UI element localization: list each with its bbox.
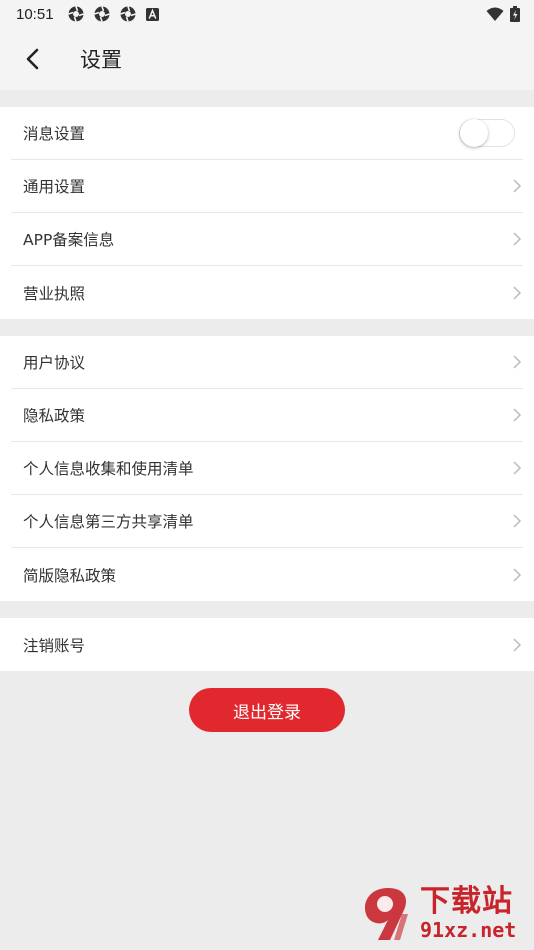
settings-group-2: 用户协议 隐私政策 个人信息收集和使用清单 个人信息第三方共享清单 简版隐私政策 [0,336,534,601]
row-label: APP备案信息 [23,231,115,249]
row-label: 简版隐私政策 [23,566,117,585]
chevron-right-icon [513,514,522,528]
row-label: 通用设置 [23,178,86,196]
message-settings-toggle[interactable] [459,119,515,147]
row-privacy-policy[interactable]: 隐私政策 [11,389,523,442]
settings-group-3: 注销账号 [0,618,534,671]
row-cancel-account[interactable]: 注销账号 [11,618,523,671]
row-third-party-sharing[interactable]: 个人信息第三方共享清单 [11,495,523,548]
watermark-title: 下载站 [420,884,513,919]
watermark-logo-icon [364,888,408,940]
row-label: 个人信息第三方共享清单 [23,513,194,531]
page-title: 设置 [80,48,122,72]
row-label: 消息设置 [23,125,86,143]
row-label: 用户协议 [23,354,86,372]
chevron-right-icon [513,637,522,652]
a-badge-icon [145,7,159,21]
wifi-icon [486,7,504,21]
aperture-icon [67,6,84,22]
battery-icon [510,6,520,22]
chevron-right-icon [513,567,522,582]
top-bar: 设置 [0,28,534,90]
chevron-right-icon [513,232,522,246]
settings-group-1: 消息设置 通用设置 APP备案信息 营业执照 [0,107,534,319]
status-time: 10:51 [16,5,54,23]
chevron-right-icon [513,179,522,193]
row-label: 注销账号 [23,636,86,655]
chevron-right-icon [513,461,522,475]
row-label: 营业执照 [23,284,86,303]
logout-container: 退出登录 [0,688,534,732]
row-label: 个人信息收集和使用清单 [23,460,194,478]
row-business-license[interactable]: 营业执照 [11,266,523,319]
watermark: 下载站 91xz.net [358,882,528,946]
watermark-url: 91xz.net [420,918,517,942]
chevron-left-icon [26,48,39,70]
row-label: 隐私政策 [23,407,86,425]
row-brief-privacy-policy[interactable]: 简版隐私政策 [11,548,523,601]
logout-button[interactable]: 退出登录 [189,688,345,732]
status-bar: 10:51 [0,0,534,28]
row-app-filing-info[interactable]: APP备案信息 [11,213,523,266]
chevron-right-icon [513,285,522,300]
chevron-right-icon [513,408,522,422]
back-button[interactable] [20,47,44,71]
chevron-right-icon [513,355,522,369]
aperture-icon [93,6,110,22]
row-personal-info-collection[interactable]: 个人信息收集和使用清单 [11,442,523,495]
toggle-knob [460,119,488,147]
row-user-agreement[interactable]: 用户协议 [11,336,523,389]
row-message-settings: 消息设置 [11,107,523,160]
aperture-icon [119,6,136,22]
row-general-settings[interactable]: 通用设置 [11,160,523,213]
